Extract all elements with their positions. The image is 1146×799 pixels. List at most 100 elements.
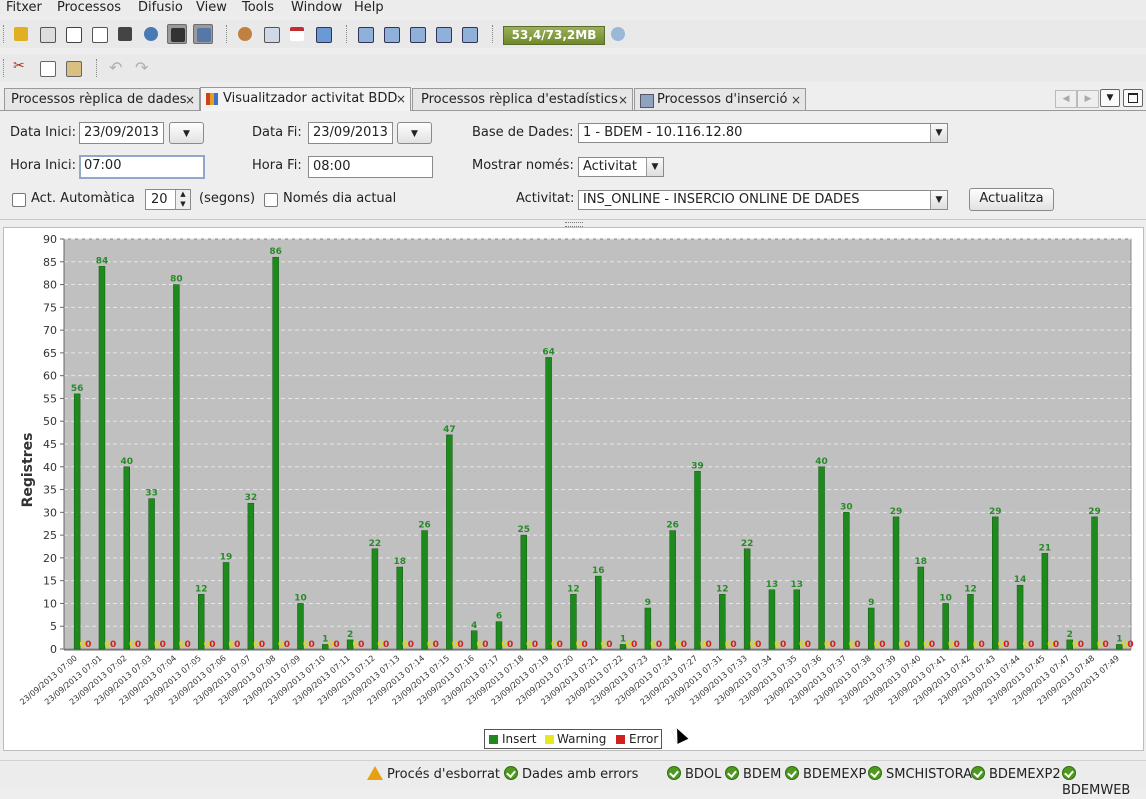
toolbar-grip[interactable] [3,25,7,43]
check-icon [667,766,681,780]
tab-list-icon[interactable]: ▼ [1100,89,1120,107]
toolbar-grip[interactable] [226,25,230,43]
comment-button[interactable] [63,24,83,44]
activitat-select[interactable]: INS_ONLINE - INSERCIO ONLINE DE DADES ▼ [578,190,948,210]
toolbar-grip[interactable] [492,25,496,43]
redo-icon: ↷ [135,58,149,77]
data-fi-input[interactable]: 23/09/2013 [308,122,393,144]
data-label-insert: 10 [939,593,952,603]
document-button[interactable] [89,24,109,44]
copy-button[interactable] [37,58,57,78]
bar-insert [545,357,552,650]
window-4-button[interactable] [433,24,453,44]
data-fi-picker-button[interactable]: ▼ [397,122,432,144]
maximize-icon[interactable] [1123,89,1143,107]
status-dades-errors[interactable]: Dades amb errors [504,766,638,783]
clipboard-icon [66,61,82,77]
card-button[interactable] [261,24,281,44]
text-button[interactable] [37,24,57,44]
calendar-button[interactable] [287,24,307,44]
status-proces-esborrat[interactable]: Procés d'esborrat [367,766,500,783]
close-icon[interactable]: × [618,89,628,111]
undo-button[interactable]: ↶ [106,58,126,78]
segons-spinner[interactable]: 20 ▲ ▼ [145,189,191,210]
panel-button[interactable] [193,24,213,44]
legend-error-label: Error [629,732,659,746]
menu-window[interactable]: Window [291,0,342,16]
tab-processos-replica-dades[interactable]: Processos rèplica de dades × [4,88,200,110]
window-3-button[interactable] [407,24,427,44]
data-inici-input[interactable]: 23/09/2013 [79,122,164,144]
image-button[interactable] [313,24,333,44]
nomes-dia-actual-checkbox[interactable] [264,193,278,207]
menu-view[interactable]: View [196,0,227,16]
data-label-error: 0 [383,640,389,650]
terminal-button[interactable] [115,24,135,44]
status-label: BDEM [743,767,782,782]
data-label-insert: 40 [121,457,134,467]
data-label-error: 0 [1078,640,1084,650]
menu-tools[interactable]: Tools [242,0,274,16]
window-5-button[interactable] [459,24,479,44]
users-button[interactable] [235,24,255,44]
data-label-error: 0 [209,640,215,650]
y-tick-label: 35 [43,484,57,497]
data-label-error: 0 [978,640,984,650]
data-inici-picker-button[interactable]: ▼ [169,122,204,144]
spinner-down-icon[interactable]: ▼ [175,199,190,209]
close-icon[interactable]: × [185,89,195,111]
status-db-bdemweb[interactable]: BDEMWEB [1062,766,1146,799]
tab-scroll-left-icon[interactable]: ◀ [1055,90,1077,108]
check-icon [725,766,739,780]
menu-fitxer[interactable]: Fitxer [6,0,42,16]
hora-fi-input[interactable]: 08:00 [308,156,433,178]
y-tick-label: 20 [43,552,57,565]
chevron-down-icon: ▼ [930,124,947,142]
close-icon[interactable]: × [396,88,406,110]
bar-insert [173,284,180,650]
menu-processos[interactable]: Processos [57,0,121,16]
menu-help[interactable]: Help [354,0,384,16]
memory-indicator[interactable]: 53,4/73,2MB [503,26,605,45]
tab-scroll-right-icon[interactable]: ▶ [1077,90,1099,108]
window-2-button[interactable] [381,24,401,44]
data-label-insert: 80 [170,275,183,285]
window-1-button[interactable] [355,24,375,44]
paste-button[interactable] [63,58,83,78]
act-automatica-checkbox[interactable] [12,193,26,207]
data-label-error: 0 [358,640,364,650]
splitter[interactable] [0,219,1146,220]
close-icon[interactable]: × [791,89,801,111]
status-db-bdol[interactable]: BDOL [667,766,721,783]
hora-inici-input[interactable]: 07:00 [79,155,205,179]
status-db-bdemexp[interactable]: BDEMEXP [785,766,866,783]
toolbar-grip[interactable] [3,59,7,77]
cut-button[interactable]: ✂ [11,58,31,78]
status-db-bdemexp2[interactable]: BDEMEXP2 [971,766,1061,783]
new-process-button[interactable] [11,24,31,44]
monitor-button[interactable] [167,24,187,44]
bar-insert [520,534,528,650]
tab-processos-replica-estadistics[interactable]: Processos rèplica d'estadístics × [412,88,633,110]
chevron-down-icon: ▼ [646,158,663,176]
base-dades-select[interactable]: 1 - BDEM - 10.116.12.80 ▼ [578,123,948,143]
toolbar-grip[interactable] [346,25,350,43]
spinner-up-icon[interactable]: ▲ [175,190,190,199]
redo-button[interactable]: ↷ [132,58,152,78]
user-button[interactable] [141,24,161,44]
data-label-error: 0 [333,640,339,650]
menu-difusio[interactable]: Difusio [138,0,183,16]
status-db-smchistora[interactable]: SMCHISTORA [868,766,972,783]
garbage-collect-button[interactable] [608,24,628,44]
data-label-insert: 12 [964,584,977,594]
actualitza-button[interactable]: Actualitza [969,188,1054,211]
status-db-bdem[interactable]: BDEM [725,766,781,783]
toolbar-grip[interactable] [96,59,100,77]
bar-insert [917,566,925,650]
mostrar-nomes-value: Activitat [583,159,637,174]
hora-fi-label: Hora Fi: [252,158,302,173]
bar-insert [992,516,999,650]
tab-visualitzador-activitat[interactable]: Visualitzador activitat BDD × [200,87,411,111]
mostrar-nomes-select[interactable]: Activitat ▼ [578,157,664,177]
tab-processos-insercio[interactable]: Processos d'inserció × [634,88,806,110]
